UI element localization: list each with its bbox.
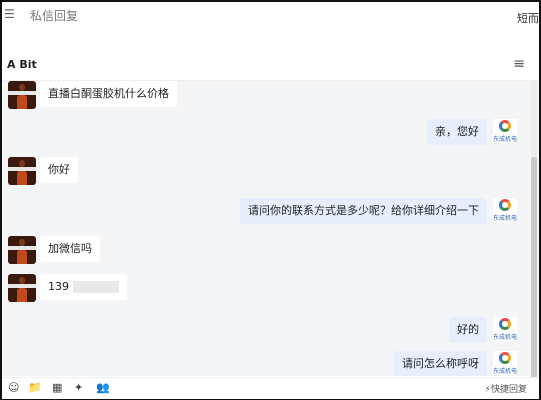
chat-scrollbar[interactable] [531,80,537,387]
folder-icon[interactable]: 📁 [28,381,42,394]
menu-icon[interactable]: ☰ [4,7,15,21]
chat-area[interactable]: 直播白酮蛋胶机什么价格 亲，您好 东成机电 你好 请问你的联系方式是多少呢？给你… [2,81,539,376]
user-avatar[interactable] [8,81,36,109]
shop-logo-icon: 东成机电 [493,351,517,375]
message-bubble: 请问怎么称呼呀 [394,351,487,376]
grid-icon[interactable]: ▦ [52,381,62,394]
message-bubble: 亲，您好 [427,119,487,145]
scrollbar-thumb[interactable] [531,157,537,387]
user-avatar[interactable] [8,157,36,185]
message-bubble: 139 [40,274,127,300]
message-bubble: 请问你的联系方式是多少呢？给你详细介绍一下 [240,198,487,224]
shop-logo-icon: 东成机电 [493,119,517,143]
user-avatar[interactable] [8,236,36,264]
quick-reply-button[interactable]: ⚡快捷回复 [485,382,527,395]
conversation-name: A Bit [7,58,37,71]
people-icon[interactable]: 👥 [96,381,110,394]
phone-prefix: 139 [48,280,69,293]
shop-logo-icon: 东成机电 [493,198,517,222]
tools-icon[interactable]: ✦ [74,381,83,394]
redacted-block [73,281,119,293]
conversation-menu-icon[interactable]: ≡ [513,56,525,72]
message-bubble: 好的 [449,317,487,343]
message-bubble: 你好 [40,157,78,183]
message-bubble: 直播白酮蛋胶机什么价格 [40,81,177,107]
page-title: 私信回复 [30,9,79,23]
input-toolbar: ☺ 📁 ▦ ✦ 👥 ⚡快捷回复 [2,377,539,399]
shop-logo-icon: 东成机电 [493,317,517,341]
top-right-label: 短而 [517,12,539,25]
user-avatar[interactable] [8,274,36,302]
message-bubble: 加微信吗 [40,236,100,262]
emoji-icon[interactable]: ☺ [8,381,19,394]
top-bar: ☰ 私信回复 短而 [2,2,539,42]
conversation-header: A Bit ≡ [2,54,539,81]
